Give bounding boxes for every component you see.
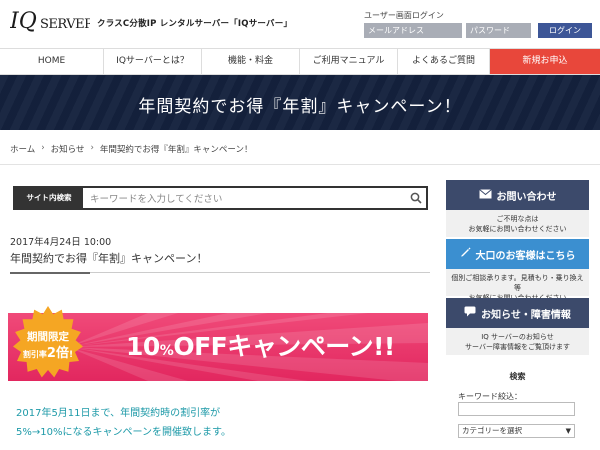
breadcrumb-home[interactable]: ホーム [10, 143, 35, 155]
iqserver-logo[interactable]: IQ SERVER [10, 6, 90, 34]
site-search-label: サイト内検索 [15, 188, 83, 208]
title-divider-accent [10, 272, 90, 274]
svg-text:IQ: IQ [10, 9, 37, 34]
post-date: 2017年4月24日 10:00 [10, 237, 112, 248]
promo-headline-rest: OFFキャンペーン!! [173, 332, 395, 361]
breadcrumb: ホーム › お知らせ › 年間契約でお得『年割』キャンペーン！ [10, 143, 252, 155]
promo-headline: 10%OFFキャンペーン!! [126, 327, 395, 363]
password-field[interactable]: パスワード [466, 23, 531, 38]
login-button[interactable]: ログイン [538, 23, 592, 38]
chevron-down-icon: ▼ [565, 427, 571, 435]
breadcrumb-divider [0, 164, 600, 165]
search-input[interactable]: キーワードを入力してください [83, 191, 406, 205]
sidebar-news[interactable]: お知らせ・障害情報 IQ サーバーのお知らせ サーバー障害情報をご覧頂けます [446, 298, 589, 355]
sidebar-contact-sub-line: お気軽にお問い合わせください [468, 225, 567, 233]
site-search: サイト内検索 キーワードを入力してください [13, 186, 428, 210]
sidebar-news-title: お知らせ・障害情報 [481, 309, 571, 321]
envelope-icon [478, 188, 492, 202]
burst-line-1: 期間限定 [27, 330, 69, 343]
nav-item-manual[interactable]: ご利用マニュアル [300, 49, 398, 74]
breadcrumb-current: 年間契約でお得『年割』キャンペーン！ [99, 145, 253, 155]
nav-item-about[interactable]: IQサーバーとは？ [104, 49, 202, 74]
speech-bubble-icon [464, 306, 476, 320]
breadcrumb-news[interactable]: お知らせ [51, 143, 85, 155]
nav-item-faq[interactable]: よくあるご質問 [398, 49, 490, 74]
main-nav: HOME IQサーバーとは？ 機能・料金 ご利用マニュアル よくあるご質問 新規… [0, 48, 600, 75]
promo-headline-number: 10 [126, 332, 160, 361]
sidebar-contact[interactable]: お問い合わせ ご不明な点は お気軽にお問い合わせください [446, 180, 589, 237]
banner-title: 年間契約でお得『年割』キャンペーン！ [138, 97, 462, 117]
keyword-filter-input[interactable] [458, 402, 575, 416]
promo-body-line: 5%→10%になるキャンペーンを開催致します。 [16, 427, 231, 438]
sidebar-bulk-title: 大口のお客様はこちら [475, 250, 576, 262]
sidebar-search-title: 検索 [509, 372, 526, 381]
sidebar-contact-sub-line: ご不明な点は [496, 215, 539, 223]
promo-headline-percent: % [159, 343, 174, 359]
sidebar-contact-sub: ご不明な点は お気軽にお問い合わせください [446, 210, 589, 238]
sidebar-bulk[interactable]: 大口のお客様はこちら 個別ご相談承ります。見積もり・乗り換え等 お気軽にお問い合… [446, 239, 589, 302]
category-select-value: カテゴリーを選択 [462, 426, 522, 435]
svg-text:SERVER: SERVER [40, 17, 90, 32]
sidebar-news-header: お知らせ・障害情報 [446, 298, 589, 328]
nav-item-signup[interactable]: 新規お申込 [490, 49, 600, 74]
login-label: ユーザー画面ログイン [364, 11, 444, 20]
sidebar-news-sub-line: IQ サーバーのお知らせ [481, 333, 554, 341]
sidebar-bulk-sub-line: 個別ご相談承ります。見積もり・乗り換え等 [451, 274, 584, 292]
email-field[interactable]: メールアドレス [364, 23, 462, 38]
promo-body-line: 2017年5月11日まで、年間契約時の割引率が [16, 408, 221, 419]
sidebar-bulk-header: 大口のお客様はこちら [446, 239, 589, 269]
sidebar-news-sub-line: サーバー障害情報をご覧頂けます [465, 343, 570, 351]
sidebar-contact-title: お問い合わせ [496, 191, 557, 203]
nav-item-home[interactable]: HOME [0, 49, 104, 74]
chevron-right-icon: › [90, 143, 94, 153]
keyword-filter-label: キーワード絞込： [458, 392, 522, 401]
limited-offer-burst: 期間限定 割引率2倍! [13, 306, 83, 378]
page-banner: 年間契約でお得『年割』キャンペーン！ [0, 75, 600, 130]
chevron-right-icon: › [41, 143, 45, 153]
site-header: IQ SERVER クラスC分散IP レンタルサーバー「IQサーバー」 ユーザー… [0, 0, 600, 46]
site-tagline: クラスC分散IP レンタルサーバー「IQサーバー」 [97, 19, 293, 29]
sidebar-news-sub: IQ サーバーのお知らせ サーバー障害情報をご覧頂けます [446, 328, 589, 356]
promo-body: 2017年5月11日まで、年間契約時の割引率が 5%→10%になるキャンペーンを… [16, 404, 231, 442]
sidebar-contact-header: お問い合わせ [446, 180, 589, 210]
search-icon[interactable] [406, 188, 426, 208]
post-title: 年間契約でお得『年割』キャンペーン！ [10, 252, 208, 265]
pencil-icon [460, 247, 471, 261]
nav-item-features[interactable]: 機能・料金 [202, 49, 300, 74]
category-select[interactable]: カテゴリーを選択 ▼ [458, 424, 575, 438]
